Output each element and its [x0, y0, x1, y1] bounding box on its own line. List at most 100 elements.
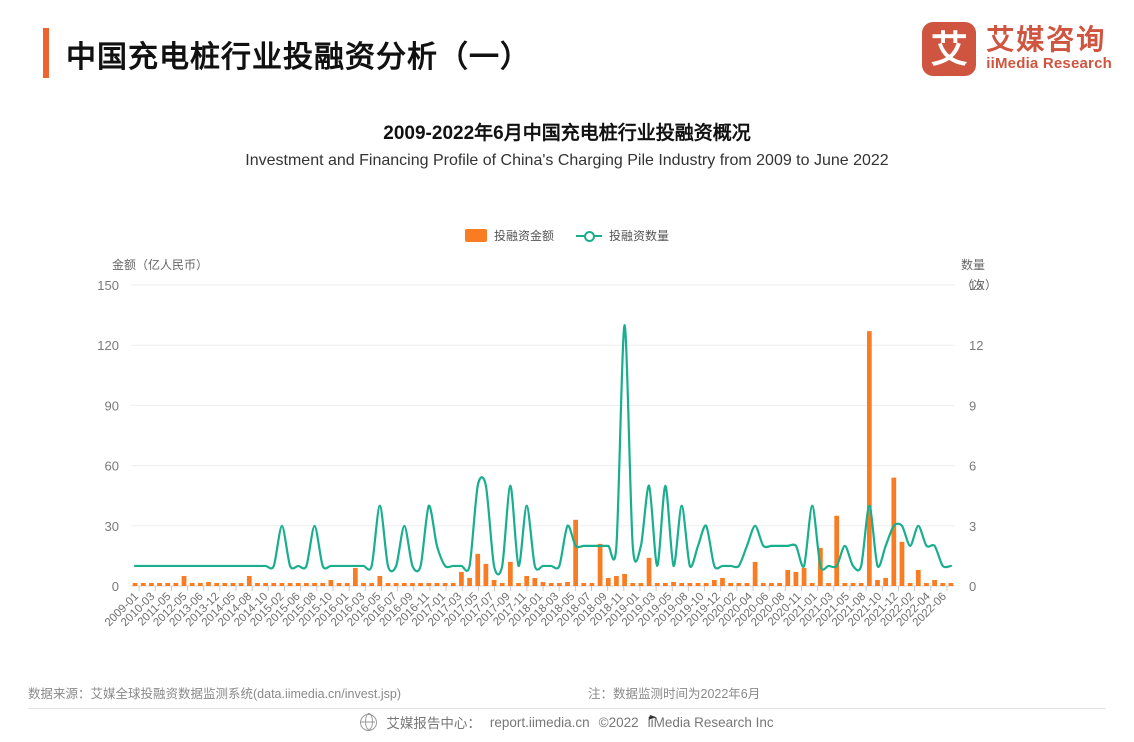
bar: [198, 583, 203, 586]
bar: [280, 583, 285, 586]
x-tick-label: 2014-10: [232, 591, 270, 629]
y-tick-left: 0: [112, 579, 119, 594]
globe-icon: [360, 714, 377, 731]
x-tick-label: 2012-05: [151, 591, 189, 629]
x-tick-label: 2016-11: [394, 591, 432, 629]
bar: [818, 548, 823, 586]
bar: [557, 583, 562, 586]
bar: [271, 583, 276, 586]
bar: [900, 542, 905, 586]
x-tick-label: 2015-02: [248, 591, 286, 629]
page-header: 中国充电桩行业投融资分析（一） 艾 艾媒咨询 iiMedia Research: [0, 0, 1134, 100]
bar: [443, 583, 448, 586]
bar: [361, 583, 366, 586]
bar: [647, 558, 652, 586]
bar: [802, 568, 807, 586]
bar: [826, 583, 831, 586]
x-tick-label: 2015-06: [264, 591, 302, 629]
legend-item-amount[interactable]: 投融资金额: [465, 227, 554, 244]
bar: [916, 570, 921, 586]
bar: [794, 572, 799, 586]
bar: [581, 583, 586, 586]
bar: [655, 583, 660, 586]
x-tick-label: 2018-11: [588, 591, 626, 629]
y-tick-left: 120: [97, 338, 119, 353]
measurement-note: 注：数据监测时间为2022年6月: [588, 683, 760, 702]
bar: [386, 583, 391, 586]
footer-bar: 艾媒报告中心： report.iimedia.cn ©2022 iiMedia …: [0, 712, 1134, 732]
x-tick-label: 2016-03: [329, 591, 367, 629]
footer-divider: [28, 708, 1106, 709]
x-tick-label: 2016-09: [378, 591, 416, 629]
bar: [329, 580, 334, 586]
bar: [190, 583, 195, 586]
x-tick-label: 2014-08: [216, 591, 254, 629]
bar: [239, 583, 244, 586]
bar: [467, 578, 472, 586]
bar: [263, 583, 268, 586]
report-url-link[interactable]: report.iimedia.cn: [490, 715, 590, 730]
bar: [932, 580, 937, 586]
x-tick-label: 2016-07: [361, 591, 399, 629]
bar: [851, 583, 856, 586]
bar: [459, 572, 464, 586]
x-tick-label: 2021-08: [830, 591, 868, 629]
x-tick-label: 2015-10: [297, 591, 335, 629]
bar: [214, 583, 219, 586]
legend-label-amount: 投融资金额: [494, 227, 554, 244]
bar: [949, 583, 954, 586]
x-tick-label: 2014-05: [200, 591, 238, 629]
logo-name-cn: 艾媒咨询: [986, 25, 1112, 54]
y-axis-unit-right: （次）: [961, 276, 997, 293]
legend-label-count: 投融资数量: [609, 227, 669, 244]
bar: [402, 583, 407, 586]
logo-name-en: iiMedia Research: [986, 55, 1112, 73]
x-tick-label: 2010-03: [119, 591, 157, 629]
bar: [859, 583, 864, 586]
y-tick-left: 90: [105, 398, 119, 413]
bar: [573, 520, 578, 586]
chart-title: 2009-2022年6月中国充电桩行业投融资概况: [0, 118, 1134, 145]
bar: [940, 583, 945, 586]
x-tick-label: 2019-01: [604, 591, 642, 629]
bar: [418, 583, 423, 586]
bar: [516, 583, 521, 586]
bar: [834, 516, 839, 586]
bar: [337, 583, 342, 586]
bar: [141, 583, 146, 586]
bar: [541, 582, 546, 586]
x-tick-label: 2016-05: [345, 591, 383, 629]
bar: [410, 583, 415, 586]
x-tick-label: 2021-10: [846, 591, 884, 629]
bar: [377, 576, 382, 586]
y-tick-left: 60: [105, 459, 119, 474]
bar: [484, 564, 489, 586]
x-tick-label: 2018-05: [539, 591, 577, 629]
bar: [165, 583, 170, 586]
bar: [345, 583, 350, 586]
legend-item-count[interactable]: 投融资数量: [576, 227, 669, 244]
x-tick-label: 2020-11: [766, 591, 804, 629]
x-tick-label: 2021-01: [781, 591, 819, 629]
bar: [908, 583, 913, 586]
x-tick-label: 2019-12: [685, 591, 723, 629]
bar: [255, 583, 260, 586]
x-tick-label: 2019-03: [620, 591, 658, 629]
bar: [369, 583, 374, 586]
bar: [924, 583, 929, 586]
logo-text: 艾媒咨询 iiMedia Research: [986, 25, 1112, 72]
y-tick-left: 30: [105, 519, 119, 534]
x-tick-label: 2017-11: [491, 591, 529, 629]
bar: [606, 578, 611, 586]
bar: [532, 578, 537, 586]
x-tick-label: 2017-01: [410, 591, 448, 629]
chart-subtitle: Investment and Financing Profile of Chin…: [0, 152, 1134, 170]
bar: [231, 583, 236, 586]
bar: [785, 570, 790, 586]
title-accent-bar: [43, 28, 49, 78]
x-tick-label: 2020-02: [701, 591, 739, 629]
bar: [663, 583, 668, 586]
legend-bar-swatch-icon: [465, 229, 487, 242]
bar: [304, 583, 309, 586]
source-note: 数据来源：艾媒全球投融资数据监测系统(data.iimedia.cn/inves…: [28, 683, 401, 702]
